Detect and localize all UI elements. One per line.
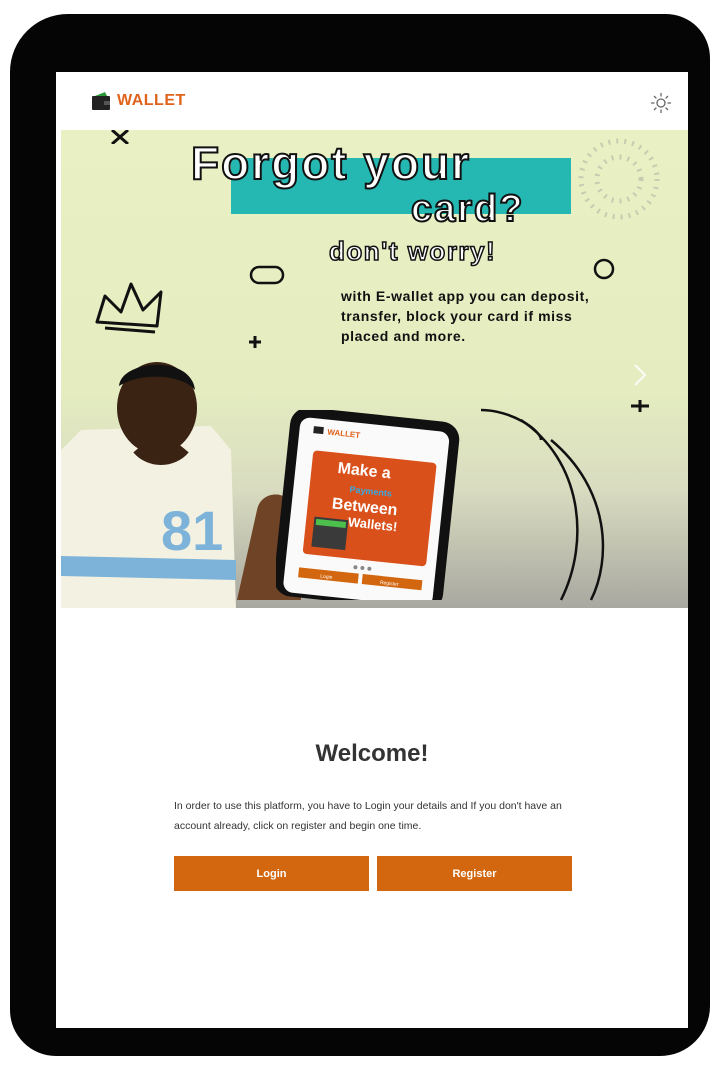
sun-icon[interactable] <box>650 92 672 114</box>
welcome-title: Welcome! <box>315 740 429 767</box>
brand-logo[interactable]: WALLET <box>92 90 186 112</box>
brand-name: WALLET <box>117 92 186 109</box>
app-header: WALLET <box>56 72 688 130</box>
tablet-frame: WALLET Forgot your card? don't worry! wi… <box>10 14 710 1056</box>
hero-banner: Forgot your card? don't worry! with E-wa… <box>61 130 688 608</box>
svg-text:81: 81 <box>161 499 223 562</box>
phone-mockup: WALLET Make a Payments Between Wallets! … <box>276 410 460 600</box>
welcome-text: In order to use this platform, you have … <box>174 800 562 832</box>
app-screen: WALLET Forgot your card? don't worry! wi… <box>56 72 688 1028</box>
register-button[interactable]: Register <box>377 856 572 891</box>
x-decoration <box>111 130 129 144</box>
chevron-right-icon[interactable] <box>630 362 650 388</box>
hero-body-text: with E-wallet app you can deposit, trans… <box>341 288 590 344</box>
hero-headline-line2: card? <box>410 187 525 231</box>
hero-headline-line1: Forgot your <box>190 136 472 190</box>
wallet-icon <box>92 92 110 110</box>
ring-decoration <box>593 258 615 280</box>
hero-subheadline: don't worry! <box>328 235 497 267</box>
login-button[interactable]: Login <box>174 856 369 891</box>
pill-decoration <box>249 265 285 285</box>
plus-decoration-2 <box>631 400 649 412</box>
